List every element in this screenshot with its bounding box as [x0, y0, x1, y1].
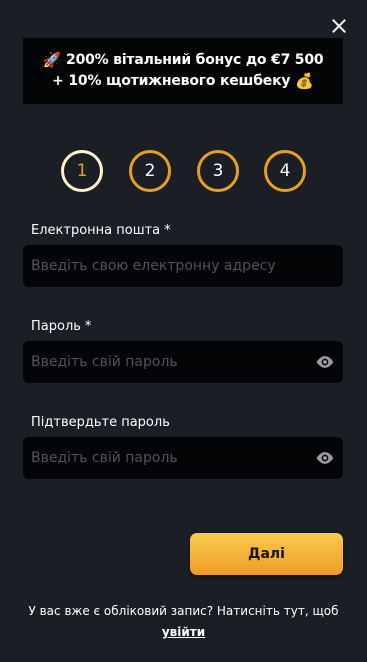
email-label: Електронна пошта * [31, 223, 171, 238]
email-field [23, 245, 343, 287]
email-input[interactable] [23, 258, 343, 274]
confirm-password-label: Підтвердьте пароль [31, 415, 170, 430]
step-2: 2 [129, 150, 171, 192]
required-mark: * [164, 223, 171, 238]
step-3: 3 [197, 150, 239, 192]
login-prompt: У вас вже є обліковий запис? Натисніть т… [12, 601, 355, 643]
close-icon[interactable] [328, 15, 350, 37]
required-mark: * [84, 319, 92, 334]
password-label: Пароль * [31, 319, 91, 334]
money-bag-icon: 💰 [295, 72, 314, 90]
next-button[interactable]: Далі [190, 533, 343, 575]
bonus-banner: 🚀 200% вітальний бонус до €7 500 + 10% щ… [23, 38, 343, 104]
eye-icon[interactable] [315, 448, 335, 468]
rocket-icon: 🚀 [42, 51, 62, 69]
step-indicator: 1 2 3 4 [61, 150, 321, 192]
password-input[interactable] [23, 354, 315, 370]
email-label-text: Електронна пошта [31, 223, 161, 238]
banner-line-1: 🚀 200% вітальний бонус до €7 500 [43, 50, 324, 71]
password-label-text: Пароль [31, 319, 81, 334]
confirm-password-field [23, 437, 343, 479]
banner-line-2: + 10% щотижневого кешбеку 💰 [52, 71, 314, 92]
step-1: 1 [61, 150, 103, 192]
login-link[interactable]: увійти [162, 625, 205, 639]
login-prompt-text: У вас вже є обліковий запис? Натисніть т… [28, 604, 339, 618]
banner-text-1: 200% вітальний бонус до €7 500 [66, 52, 324, 68]
eye-icon[interactable] [315, 352, 335, 372]
password-field [23, 341, 343, 383]
confirm-label-text: Підтвердьте пароль [31, 415, 170, 430]
banner-text-2: + 10% щотижневого кешбеку [52, 73, 291, 89]
confirm-password-input[interactable] [23, 450, 315, 466]
step-4: 4 [264, 150, 306, 192]
